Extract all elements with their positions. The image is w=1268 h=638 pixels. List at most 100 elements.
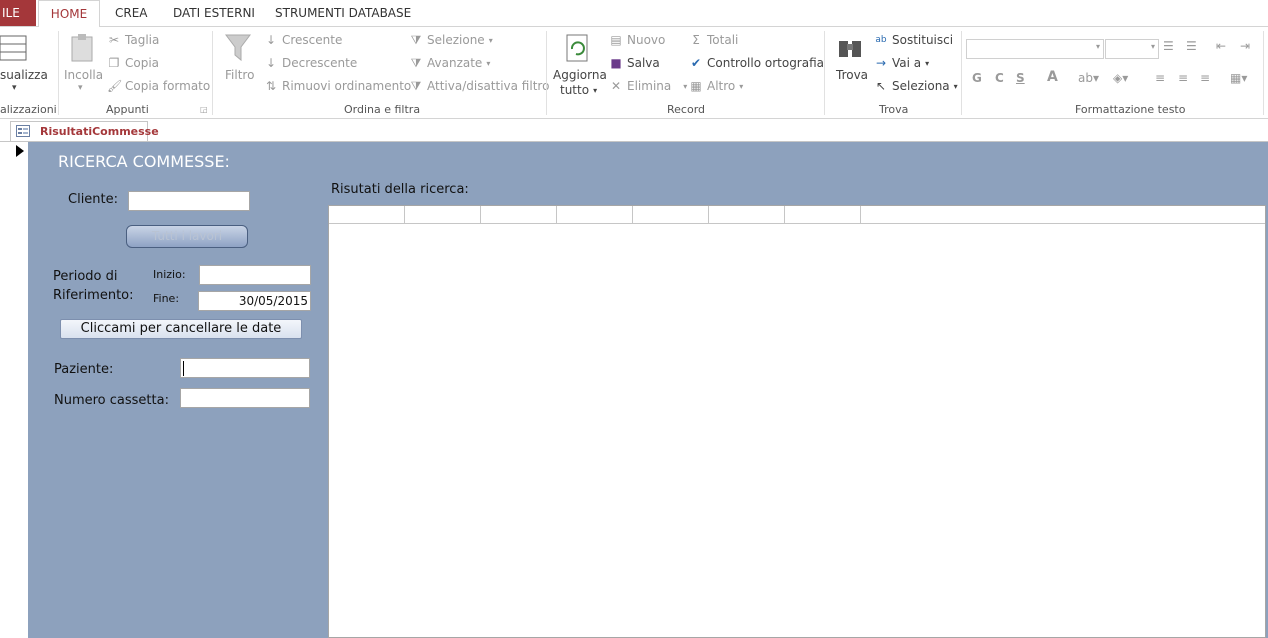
refresh-all-dropdown[interactable]: tutto ▾	[560, 83, 597, 97]
scissors-icon: ✂	[108, 33, 120, 47]
numbered-list-icon[interactable]: ☰	[1186, 39, 1197, 53]
underline-button[interactable]: S	[1016, 71, 1025, 85]
selection-button[interactable]: ⧩ Selezione ▾	[409, 33, 493, 47]
text-format-group-label: Formattazione testo	[1075, 103, 1186, 116]
selection-label: Selezione	[427, 33, 485, 47]
refresh-all-button[interactable]: Aggiorna	[553, 68, 607, 82]
start-date-input[interactable]	[199, 265, 311, 285]
bold-button[interactable]: G	[972, 71, 982, 85]
results-column-header[interactable]	[557, 206, 633, 224]
copy-label: Copia	[125, 56, 160, 70]
find-button[interactable]: Trova	[836, 68, 868, 82]
views-group-label: alizzazioni	[0, 103, 57, 116]
advanced-filter-icon: ⧩	[410, 56, 422, 70]
copy-button[interactable]: ❐ Copia	[107, 56, 159, 70]
end-date-input[interactable]: 30/05/2015	[198, 291, 311, 311]
results-column-header[interactable]	[481, 206, 557, 224]
format-painter-button[interactable]: 🖌 Copia formato	[107, 79, 210, 93]
group-separator	[824, 31, 825, 115]
results-column-header[interactable]	[405, 206, 481, 224]
replace-icon: ab	[875, 35, 887, 45]
advanced-label: Avanzate	[427, 56, 483, 70]
clear-dates-button[interactable]: Cliccami per cancellare le date	[60, 319, 302, 339]
more-button[interactable]: ▦ Altro ▾	[689, 79, 743, 93]
spelling-check-icon: ✔	[690, 56, 702, 70]
tab-dati-esterni[interactable]: DATI ESTERNI	[173, 0, 255, 26]
save-icon: ■	[610, 56, 622, 70]
sort-group-label: Ordina e filtra	[344, 103, 421, 116]
filter-button[interactable]: Filtro	[225, 68, 254, 82]
chevron-down-icon: ▾	[683, 81, 688, 91]
patient-label: Paziente:	[54, 362, 114, 377]
new-record-button[interactable]: ▤ Nuovo	[609, 33, 665, 47]
tab-crea[interactable]: CREA	[115, 0, 148, 26]
view-button-label: sualizza	[0, 68, 48, 82]
results-list[interactable]	[328, 205, 1266, 638]
indent-decrease-icon[interactable]: ⇤	[1216, 39, 1226, 53]
results-column-header[interactable]	[709, 206, 785, 224]
sort-descending-button[interactable]: ↓ Decrescente	[264, 56, 357, 70]
bullet-list-icon[interactable]: ☰	[1163, 39, 1174, 53]
cut-button[interactable]: ✂ Taglia	[107, 33, 159, 47]
record-selector[interactable]	[8, 142, 29, 638]
new-record-icon: ▤	[610, 33, 622, 47]
fill-color-icon[interactable]: ◈▾	[1113, 71, 1128, 85]
results-column-header[interactable]	[329, 206, 405, 224]
align-center-icon[interactable]: ≡	[1178, 71, 1188, 85]
results-column-header[interactable]	[633, 206, 709, 224]
sort-desc-label: Decrescente	[282, 56, 358, 70]
paste-label: Incolla	[64, 68, 104, 82]
selection-filter-icon: ⧩	[410, 33, 422, 47]
filter-icon	[225, 34, 251, 62]
gridlines-icon[interactable]: ▦▾	[1230, 71, 1247, 85]
view-dropdown-icon[interactable]: ▾	[12, 83, 17, 93]
dialog-launcher-icon[interactable]: ◲	[200, 105, 208, 114]
sort-asc-icon: ↓	[265, 33, 277, 47]
results-column-header[interactable]	[785, 206, 861, 224]
tab-home[interactable]: HOME	[38, 0, 100, 28]
refresh-all-icon	[566, 34, 588, 62]
find-label: Trova	[836, 68, 869, 82]
highlight-icon[interactable]: ab▾	[1078, 71, 1099, 85]
box-number-input[interactable]	[180, 388, 310, 408]
client-input[interactable]	[128, 191, 250, 211]
indent-increase-icon[interactable]: ⇥	[1240, 39, 1250, 53]
chevron-down-icon: ▾	[1150, 42, 1155, 51]
toggle-filter-button[interactable]: ⧩ Attiva/disattiva filtro	[409, 79, 550, 93]
results-column-header[interactable]	[861, 206, 1265, 224]
document-tab[interactable]: RisultatiCommesse	[10, 121, 159, 142]
italic-button[interactable]: C	[995, 71, 1004, 85]
client-label: Cliente:	[68, 192, 119, 207]
tab-file[interactable]: ILE	[0, 0, 36, 26]
delete-icon: ✕	[610, 79, 622, 93]
results-label: Risutati della ricerca:	[331, 182, 469, 197]
all-jobs-button[interactable]: Tutti i lavori	[126, 225, 248, 248]
align-right-icon[interactable]: ≡	[1200, 71, 1210, 85]
patient-input[interactable]	[180, 358, 310, 378]
save-button[interactable]: ■ Salva	[609, 56, 659, 70]
remove-sort-button[interactable]: ⇅ Rimuovi ordinamento	[264, 79, 411, 93]
font-color-button[interactable]: A	[1047, 69, 1058, 85]
align-left-icon[interactable]: ≡	[1155, 71, 1165, 85]
spelling-label: Controllo ortografia	[707, 56, 825, 70]
font-size-combo[interactable]: ▾	[1105, 39, 1159, 59]
group-separator	[546, 31, 547, 115]
select-button[interactable]: ↖ Seleziona ▾	[874, 79, 958, 93]
paste-button[interactable]: Incolla	[64, 68, 103, 82]
group-separator	[212, 31, 213, 115]
replace-button[interactable]: ab Sostituisci	[874, 33, 953, 47]
remove-sort-label: Rimuovi ordinamento	[282, 79, 412, 93]
view-button[interactable]: sualizza	[0, 68, 48, 82]
paste-dropdown-icon[interactable]: ▾	[78, 83, 83, 93]
delete-button[interactable]: ✕ Elimina ▾	[609, 79, 687, 93]
refresh-label-2: tutto	[560, 83, 590, 97]
tab-strumenti-database[interactable]: STRUMENTI DATABASE	[275, 0, 411, 26]
spelling-button[interactable]: ✔ Controllo ortografia	[689, 56, 824, 70]
sort-ascending-button[interactable]: ↓ Crescente	[264, 33, 342, 47]
form-title: RICERCA COMMESSE:	[58, 152, 230, 171]
font-name-combo[interactable]: ▾	[966, 39, 1104, 59]
goto-button[interactable]: → Vai a ▾	[874, 56, 929, 70]
advanced-filter-button[interactable]: ⧩ Avanzate ▾	[409, 56, 491, 70]
paste-icon	[71, 34, 93, 62]
totals-button[interactable]: Σ Totali	[689, 33, 738, 47]
